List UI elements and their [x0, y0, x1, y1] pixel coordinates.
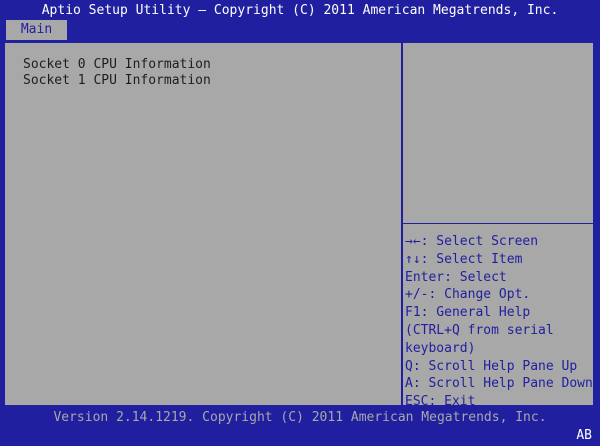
help-enter-select: Enter: Select: [405, 269, 507, 285]
title-bar: Aptio Setup Utility – Copyright (C) 2011…: [41, 3, 559, 18]
help-pane-divider: [403, 223, 593, 224]
help-general-help: F1: General Help: [405, 305, 531, 321]
help-pane-keys: →←: Select Screen ↑↓: Select Item Enter:…: [405, 233, 593, 411]
menu-pane: Socket 0 CPU Information Socket 1 CPU In…: [5, 43, 403, 405]
tab-main[interactable]: Main: [6, 20, 67, 40]
menu-item-socket-1-cpu-information[interactable]: Socket 1 CPU Information: [23, 73, 211, 89]
help-change-opt: +/-: Change Opt.: [405, 287, 531, 303]
help-scroll-up: Q: Scroll Help Pane Up: [405, 358, 578, 374]
help-ctrl-q: (CTRL+Q from serial: [405, 322, 554, 338]
corner-badge: AB: [576, 428, 592, 443]
help-keyboard: keyboard): [405, 340, 476, 356]
help-select-screen: →←: Select Screen: [405, 234, 539, 249]
menu-item-socket-0-cpu-information[interactable]: Socket 0 CPU Information: [23, 57, 211, 73]
help-select-item: ↑↓: Select Item: [405, 251, 523, 267]
bios-setup-screen: Aptio Setup Utility – Copyright (C) 2011…: [0, 0, 600, 446]
main-panel: Socket 0 CPU Information Socket 1 CPU In…: [4, 42, 594, 409]
help-scroll-down: A: Scroll Help Pane Down: [405, 376, 593, 392]
footer-version: Version 2.14.1219. Copyright (C) 2011 Am…: [53, 410, 547, 425]
